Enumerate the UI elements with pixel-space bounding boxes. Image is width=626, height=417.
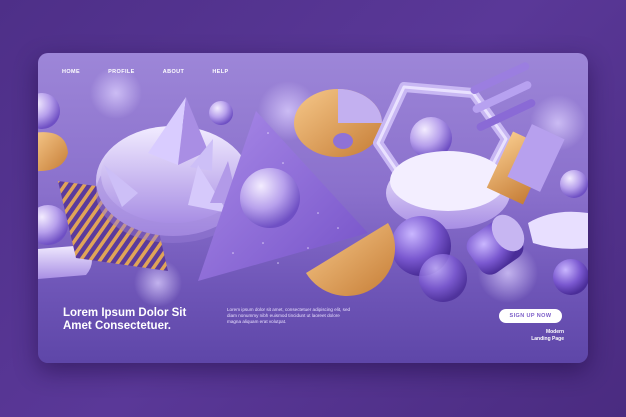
hero-body-text: Lorem ipsum dolor sit amet, consectetuer…: [227, 307, 355, 325]
nav-item-home[interactable]: HOME: [62, 69, 80, 75]
hero-body-line3: magna aliquam erat volutpat.: [227, 319, 287, 324]
nav-item-help[interactable]: HELP: [212, 69, 228, 75]
nav-item-about[interactable]: ABOUT: [163, 69, 185, 75]
sign-up-button[interactable]: SIGN UP NOW: [499, 309, 562, 323]
hero-headline: Lorem Ipsum Dolor Sit Amet Consectetuer.: [63, 307, 233, 333]
hero-headline-line1: Lorem Ipsum Dolor Sit: [63, 307, 187, 319]
nav-item-profile[interactable]: PROFILE: [108, 69, 135, 75]
landing-card: HOME PROFILE ABOUT HELP Lorem Ipsum Dolo…: [38, 53, 588, 363]
hero-headline-line2: Amet Consectetuer.: [63, 320, 172, 332]
tagline-line2: Landing Page: [531, 335, 564, 342]
tagline: Modern Landing Page: [518, 329, 564, 342]
main-nav: HOME PROFILE ABOUT HELP: [62, 69, 257, 75]
